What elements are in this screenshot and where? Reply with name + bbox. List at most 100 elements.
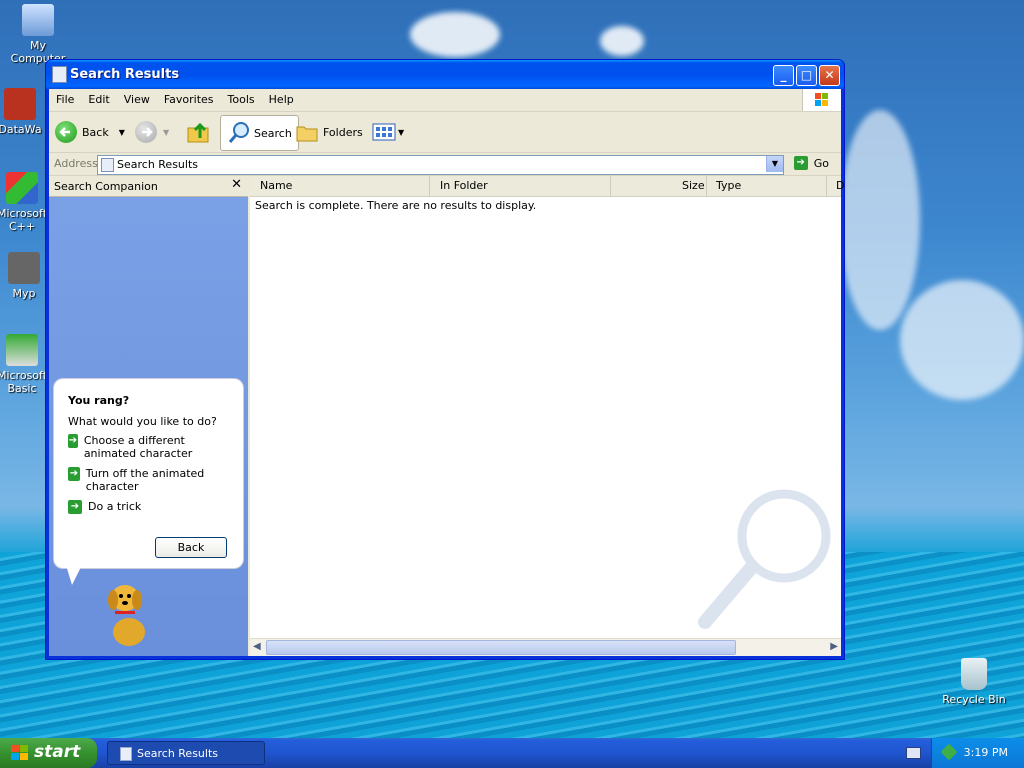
column-divider[interactable] bbox=[429, 176, 430, 196]
desktop-icon-label: Microsoft Basic bbox=[0, 369, 48, 395]
views-icon bbox=[372, 123, 396, 141]
shortcut-icon bbox=[6, 334, 38, 366]
column-name[interactable]: Name bbox=[260, 179, 292, 192]
search-button[interactable]: Search bbox=[220, 115, 299, 151]
menu-tools[interactable]: Tools bbox=[221, 89, 262, 106]
computer-icon bbox=[22, 4, 54, 36]
column-type[interactable]: Type bbox=[716, 179, 741, 192]
window-client: File Edit View Favorites Tools Help Back ▼ ▼ … bbox=[49, 89, 844, 656]
rover-dog-icon bbox=[108, 585, 145, 646]
address-dropdown-button[interactable]: ▼ bbox=[766, 156, 783, 172]
option-label: Choose a different animated character bbox=[83, 434, 193, 460]
keyboard-icon[interactable] bbox=[906, 747, 921, 759]
chevron-down-icon[interactable]: ▼ bbox=[119, 128, 125, 137]
column-header-row: Name In Folder Size Type D bbox=[250, 176, 844, 197]
start-button[interactable]: start bbox=[0, 738, 97, 768]
windows-flag-icon bbox=[11, 745, 28, 760]
back-label: Back bbox=[82, 125, 109, 139]
column-divider[interactable] bbox=[826, 176, 827, 196]
option-label: Turn off the animated character bbox=[85, 467, 205, 493]
folders-button[interactable]: Folders bbox=[295, 116, 363, 148]
start-label: start bbox=[34, 742, 81, 762]
address-input[interactable]: Search Results ▼ bbox=[97, 155, 784, 175]
column-divider[interactable] bbox=[610, 176, 611, 196]
windows-logo-icon bbox=[802, 89, 841, 111]
column-in-folder[interactable]: In Folder bbox=[440, 179, 488, 192]
search-companion-header: Search Companion ✕ bbox=[49, 176, 248, 197]
clock: 3:19 PM bbox=[963, 746, 1008, 759]
option-change-character[interactable]: ➔ Choose a different animated character bbox=[68, 434, 233, 460]
scroll-right-icon[interactable]: ▶ bbox=[830, 641, 838, 652]
window-title: Search Results bbox=[70, 67, 180, 82]
arrow-icon: ➔ bbox=[68, 467, 80, 481]
forward-button[interactable]: ▼ bbox=[135, 116, 169, 148]
column-size[interactable]: Size bbox=[682, 179, 705, 192]
option-do-a-trick[interactable]: ➔ Do a trick bbox=[68, 500, 233, 514]
taskbar-button-label: Search Results bbox=[137, 747, 219, 760]
up-folder-button[interactable] bbox=[186, 116, 210, 148]
desktop-icon-label: DataWa bbox=[0, 123, 42, 136]
up-folder-icon bbox=[187, 122, 209, 143]
chevron-down-icon: ▼ bbox=[398, 127, 405, 137]
column-date[interactable]: D bbox=[836, 179, 844, 192]
address-bar: Address Search Results ▼ ➔ Go bbox=[49, 153, 841, 176]
menu-favorites[interactable]: Favorites bbox=[157, 89, 221, 106]
chevron-down-icon[interactable]: ▼ bbox=[163, 128, 169, 137]
go-button[interactable]: ➔ Go bbox=[793, 156, 829, 170]
folders-icon bbox=[296, 126, 318, 142]
scroll-left-icon[interactable]: ◀ bbox=[253, 641, 261, 652]
cloud bbox=[410, 12, 500, 57]
shortcut-icon bbox=[8, 252, 40, 284]
recycle-bin-icon bbox=[961, 658, 987, 690]
desktop-icon-my-computer[interactable]: My Computer bbox=[2, 4, 74, 65]
option-turn-off-character[interactable]: ➔ Turn off the animated character bbox=[68, 467, 233, 493]
content-area: Search Companion ✕ You rang? What would … bbox=[49, 176, 844, 656]
close-pane-icon[interactable]: ✕ bbox=[231, 177, 242, 192]
maximize-button[interactable]: □ bbox=[796, 65, 817, 86]
forward-arrow-icon bbox=[135, 121, 157, 143]
menu-file[interactable]: File bbox=[49, 89, 81, 106]
menu-bar: File Edit View Favorites Tools Help bbox=[49, 89, 841, 112]
views-button[interactable]: ▼ bbox=[372, 116, 404, 148]
arrow-icon: ➔ bbox=[68, 434, 78, 448]
document-icon bbox=[120, 747, 132, 761]
bubble-back-button[interactable]: Back bbox=[155, 537, 227, 558]
go-label: Go bbox=[813, 156, 829, 170]
menu-view[interactable]: View bbox=[117, 89, 157, 106]
magnifier-watermark-icon bbox=[698, 489, 831, 629]
address-value: Search Results bbox=[117, 158, 199, 171]
horizontal-scrollbar[interactable]: ◀ ▶ bbox=[250, 638, 841, 656]
desktop-icon-recycle-bin[interactable]: Recycle Bin bbox=[938, 658, 1010, 706]
no-results-message: Search is complete. There are no results… bbox=[255, 199, 537, 212]
close-button[interactable]: ✕ bbox=[819, 65, 840, 86]
desktop-icon-label: Recycle Bin bbox=[942, 693, 1006, 706]
network-icon[interactable] bbox=[940, 743, 958, 761]
results-list[interactable]: Name In Folder Size Type D Search is com… bbox=[250, 176, 844, 656]
cloud bbox=[840, 110, 920, 330]
system-tray: 3:19 PM bbox=[931, 738, 1024, 768]
menu-help[interactable]: Help bbox=[262, 89, 301, 106]
search-companion-pane: Search Companion ✕ You rang? What would … bbox=[49, 176, 248, 656]
minimize-button[interactable]: _ bbox=[773, 65, 794, 86]
back-button[interactable]: Back ▼ bbox=[55, 116, 125, 148]
column-divider[interactable] bbox=[706, 176, 707, 196]
scrollbar-thumb[interactable] bbox=[266, 640, 736, 655]
go-arrow-icon: ➔ bbox=[793, 156, 808, 170]
search-label: Search bbox=[254, 126, 292, 140]
taskbar-button-search-results[interactable]: Search Results bbox=[107, 741, 265, 765]
search-companion-title: Search Companion bbox=[54, 180, 158, 193]
desktop-icon-label: Myp bbox=[12, 287, 36, 300]
bubble-title: You rang? bbox=[68, 394, 130, 407]
option-label: Do a trick bbox=[88, 500, 142, 513]
folders-label: Folders bbox=[323, 125, 363, 139]
cloud bbox=[900, 280, 1024, 400]
speech-bubble: You rang? What would you like to do? ➔ C… bbox=[54, 379, 243, 585]
bubble-prompt: What would you like to do? bbox=[68, 415, 217, 428]
shortcut-icon bbox=[4, 88, 36, 120]
desktop-icon-datawa[interactable]: DataWa bbox=[0, 88, 48, 136]
toolbar: Back ▼ ▼ Search Folders ▼ bbox=[49, 112, 841, 153]
title-bar[interactable]: Search Results _ □ ✕ bbox=[46, 60, 844, 89]
shortcut-icon bbox=[6, 172, 38, 204]
menu-edit[interactable]: Edit bbox=[81, 89, 116, 106]
back-arrow-icon bbox=[55, 121, 77, 143]
